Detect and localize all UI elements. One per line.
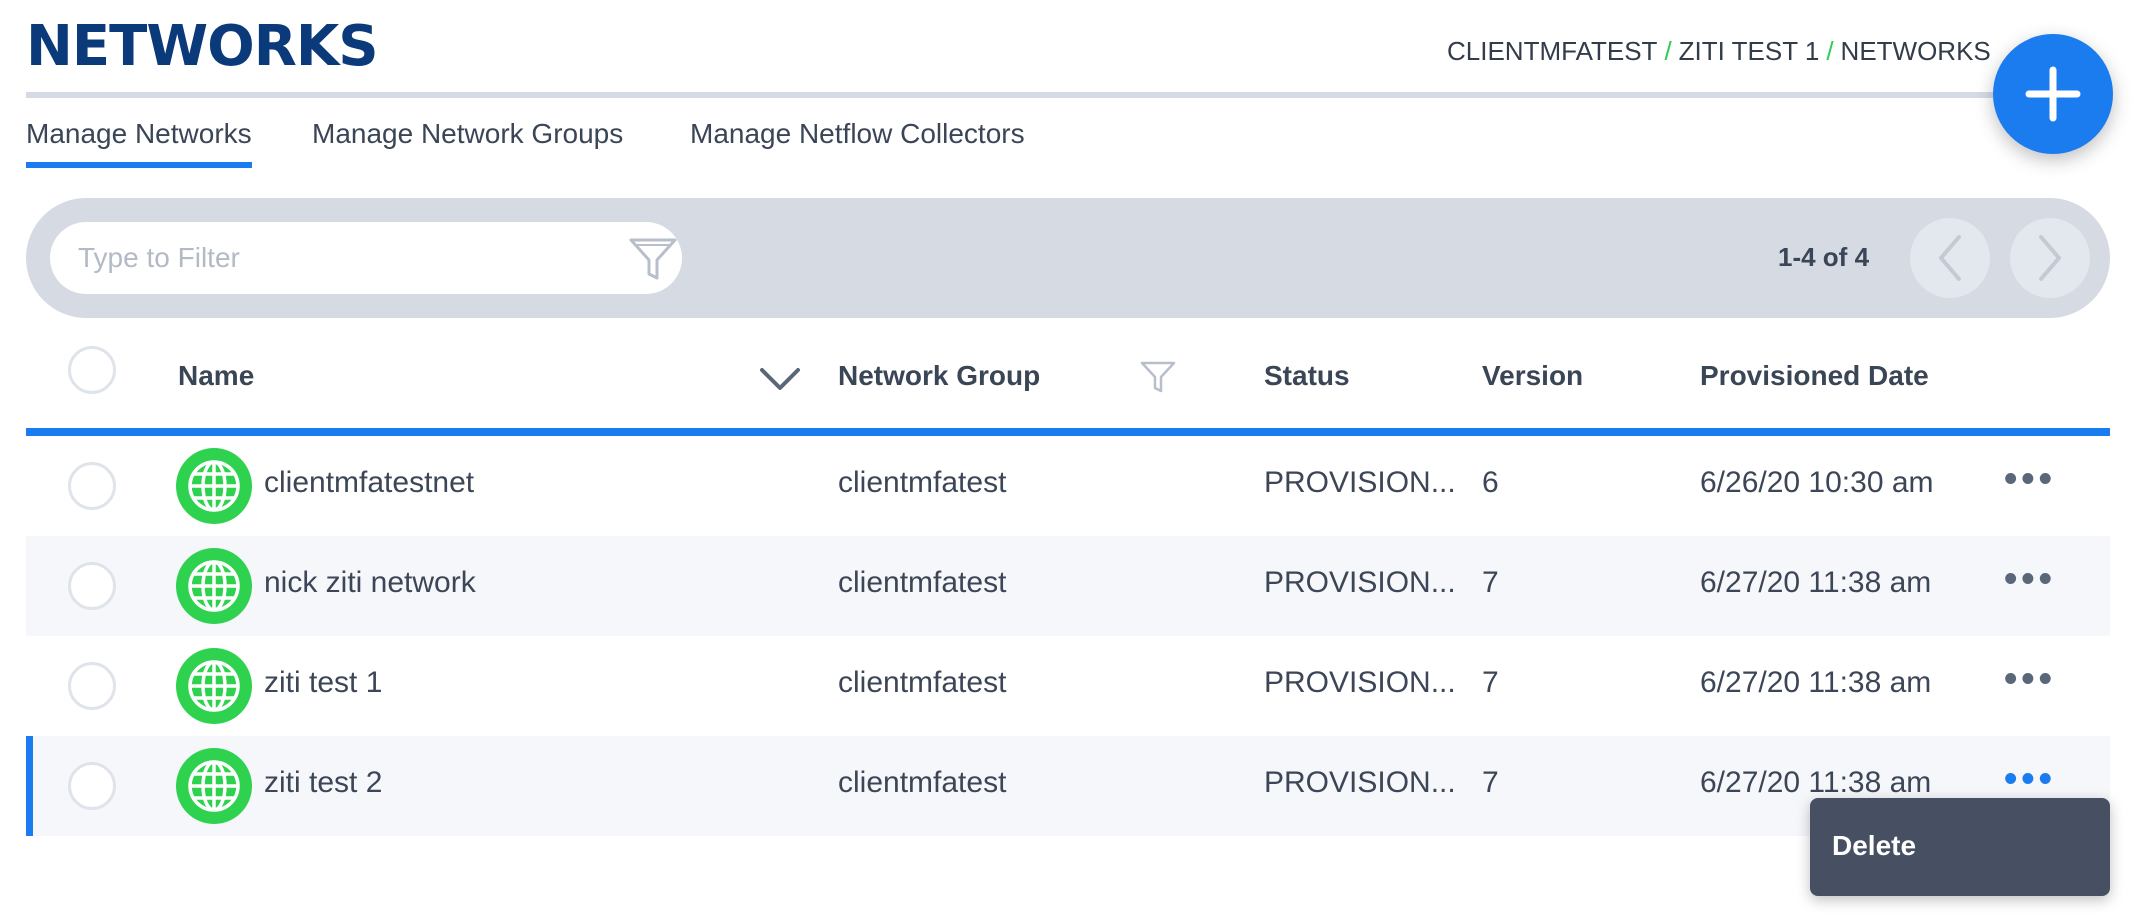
tab-manage-networks[interactable]: Manage Networks [26, 114, 252, 170]
table-row[interactable]: nick ziti network clientmfatest PROVISIO… [26, 536, 2110, 636]
column-header-name[interactable]: Name [178, 360, 254, 392]
row-status: PROVISION... [1264, 666, 1456, 699]
globe-icon [188, 760, 240, 812]
row-version: 7 [1482, 566, 1499, 599]
row-network-group: clientmfatest [838, 466, 1007, 499]
title-divider [26, 92, 2026, 98]
table-header: Name Network Group Status Version Provis… [26, 330, 2110, 430]
row-actions-more-icon[interactable]: ••• [2004, 660, 2056, 698]
breadcrumb-item-current: NETWORKS [1840, 36, 1991, 66]
delete-menu-item[interactable]: Delete [1832, 830, 1916, 862]
globe-icon [188, 560, 240, 612]
chevron-left-icon [1939, 235, 1961, 281]
column-header-version[interactable]: Version [1482, 360, 1583, 392]
plus-icon [2025, 66, 2081, 122]
add-network-button[interactable] [1993, 34, 2113, 154]
network-status-icon [176, 648, 252, 724]
column-header-status[interactable]: Status [1264, 360, 1350, 392]
row-status: PROVISION... [1264, 566, 1456, 599]
filter-icon[interactable] [628, 236, 678, 282]
select-all-checkbox[interactable] [68, 346, 116, 394]
column-header-network-group[interactable]: Network Group [838, 360, 1040, 392]
sort-chevron-down-icon[interactable] [758, 364, 802, 394]
globe-icon [188, 460, 240, 512]
row-provisioned-date: 6/27/20 11:38 am [1700, 766, 1932, 799]
globe-icon [188, 660, 240, 712]
row-name[interactable]: clientmfatestnet [264, 466, 474, 500]
row-provisioned-date: 6/27/20 11:38 am [1700, 666, 1932, 699]
column-header-provisioned-date[interactable]: Provisioned Date [1700, 360, 1929, 392]
row-provisioned-date: 6/27/20 11:38 am [1700, 566, 1932, 599]
breadcrumb: CLIENTMFATEST / ZITI TEST 1/NETWORKS [1447, 36, 1991, 67]
row-network-group: clientmfatest [838, 666, 1007, 699]
row-provisioned-date: 6/26/20 10:30 am [1700, 466, 1934, 499]
row-name[interactable]: nick ziti network [264, 566, 476, 600]
prev-page-button[interactable] [1910, 218, 1990, 298]
table-row[interactable]: ziti test 1 clientmfatest PROVISION... 7… [26, 636, 2110, 736]
row-select-checkbox[interactable] [68, 662, 116, 710]
tab-manage-network-groups[interactable]: Manage Network Groups [312, 114, 623, 170]
network-status-icon [176, 448, 252, 524]
filter-field[interactable] [50, 222, 682, 294]
row-version: 7 [1482, 766, 1499, 799]
table-row[interactable]: ziti test 2 clientmfatest PROVISION... 7… [26, 736, 2110, 836]
column-filter-icon[interactable] [1140, 360, 1176, 394]
network-status-icon [176, 548, 252, 624]
header-divider [26, 428, 2110, 436]
row-network-group: clientmfatest [838, 766, 1007, 799]
row-name[interactable]: ziti test 1 [264, 666, 382, 700]
row-status: PROVISION... [1264, 766, 1456, 799]
row-actions-more-icon[interactable]: ••• [2004, 560, 2056, 598]
row-version: 7 [1482, 666, 1499, 699]
pagination-count: 1-4 of 4 [1778, 242, 1870, 272]
next-page-button[interactable] [2010, 218, 2090, 298]
row-status: PROVISION... [1264, 466, 1456, 499]
row-name[interactable]: ziti test 2 [264, 766, 382, 800]
row-select-checkbox[interactable] [68, 562, 116, 610]
row-select-checkbox[interactable] [68, 762, 116, 810]
page-title: NETWORKS [26, 14, 379, 79]
table-row[interactable]: clientmfatestnet clientmfatest PROVISION… [26, 436, 2110, 536]
row-select-checkbox[interactable] [68, 462, 116, 510]
breadcrumb-item-network[interactable]: ZITI TEST 1 [1679, 36, 1820, 66]
filter-bar: 1-4 of 4 [26, 198, 2110, 318]
row-actions-menu: Delete [1810, 798, 2110, 896]
breadcrumb-item-org[interactable]: CLIENTMFATEST [1447, 36, 1657, 66]
breadcrumb-separator: / [1826, 36, 1834, 66]
filter-input[interactable] [78, 232, 598, 284]
row-version: 6 [1482, 466, 1499, 499]
row-network-group: clientmfatest [838, 566, 1007, 599]
network-status-icon [176, 748, 252, 824]
row-actions-more-icon[interactable]: ••• [2004, 460, 2056, 498]
chevron-right-icon [2039, 235, 2061, 281]
row-actions-more-icon[interactable]: ••• [2004, 760, 2056, 798]
tab-manage-netflow-collectors[interactable]: Manage Netflow Collectors [690, 114, 1025, 170]
breadcrumb-separator: / [1664, 36, 1672, 66]
